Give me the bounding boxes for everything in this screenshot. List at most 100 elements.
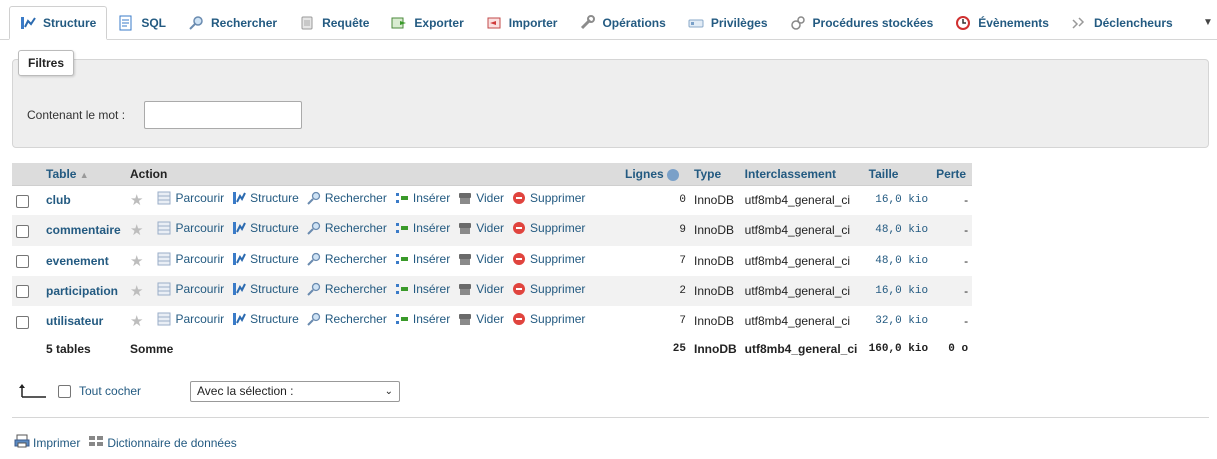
star-icon[interactable]: ★ — [130, 192, 143, 209]
header-perte[interactable]: Perte — [932, 163, 973, 186]
structure-action-link[interactable]: Structure — [232, 252, 299, 266]
row-checkbox[interactable] — [16, 285, 29, 299]
browse-action-link[interactable]: Parcourir — [157, 221, 224, 235]
empty-action-link[interactable]: Vider — [458, 252, 504, 266]
row-overhead: - — [932, 185, 973, 216]
browse-action-link[interactable]: Parcourir — [157, 282, 224, 296]
structure-icon — [232, 312, 247, 326]
structure-icon — [232, 191, 247, 205]
insert-action-link[interactable]: Insérer — [395, 312, 450, 326]
star-icon[interactable]: ★ — [130, 222, 143, 239]
drop-action-link[interactable]: Supprimer — [512, 282, 585, 296]
browse-action-link[interactable]: Parcourir — [157, 312, 224, 326]
search-icon — [307, 282, 321, 296]
structure-icon — [232, 252, 247, 266]
tab-triggers[interactable]: Déclencheurs — [1060, 6, 1184, 39]
header-taille[interactable]: Taille — [864, 163, 933, 186]
tab-import[interactable]: Importer — [475, 6, 569, 39]
drop-action-link[interactable]: Supprimer — [512, 312, 585, 326]
help-icon[interactable] — [667, 168, 680, 181]
drop-action-link[interactable]: Supprimer — [512, 252, 585, 266]
insert-action-link[interactable]: Insérer — [395, 221, 450, 235]
table-name-link[interactable]: commentaire — [42, 215, 126, 246]
tab-sql[interactable]: SQL — [107, 6, 177, 39]
bulk-actions: Tout cocher — [18, 381, 141, 401]
row-collation: utf8mb4_general_ci — [740, 245, 865, 276]
row-checkbox[interactable] — [16, 194, 29, 208]
row-collation: utf8mb4_general_ci — [740, 306, 865, 337]
table-row: evenement ★ Parcourir Structure Rechercher In… — [12, 245, 973, 276]
check-all-label[interactable]: Tout cocher — [79, 384, 141, 398]
search-action-link[interactable]: Rechercher — [307, 221, 387, 235]
structure-action-link[interactable]: Structure — [232, 282, 299, 296]
structure-action-link[interactable]: Structure — [232, 312, 299, 326]
row-collation: utf8mb4_general_ci — [740, 215, 865, 246]
search-icon — [307, 312, 321, 327]
browse-action-link[interactable]: Parcourir — [157, 191, 224, 205]
row-type: InnoDB — [690, 185, 741, 216]
header-action: Action — [126, 163, 621, 186]
tab-query[interactable]: Requête — [288, 6, 380, 39]
check-all-checkbox[interactable] — [58, 384, 71, 398]
insert-icon — [395, 221, 409, 235]
row-count: 9 — [621, 215, 690, 246]
row-size-link[interactable]: 48,0 kio — [864, 245, 933, 276]
chevron-down-icon: ⌄ — [384, 386, 393, 397]
print-link[interactable]: Imprimer — [14, 434, 80, 451]
tab-search[interactable]: Rechercher — [177, 6, 288, 39]
tab-routines[interactable]: Procédures stockées — [779, 6, 945, 39]
table-name-link[interactable]: participation — [42, 275, 126, 307]
drop-action-link[interactable]: Supprimer — [512, 191, 585, 205]
printer-icon — [14, 434, 30, 451]
empty-action-link[interactable]: Vider — [458, 221, 504, 235]
search-action-link[interactable]: Rechercher — [307, 312, 387, 326]
tab-structure[interactable]: Structure — [9, 6, 108, 40]
routines-icon — [790, 15, 806, 31]
drop-icon — [512, 191, 526, 205]
table-header-row: Table ▲ Action Lignes Type Interclasseme… — [12, 163, 973, 186]
star-icon[interactable]: ★ — [130, 313, 143, 330]
insert-action-link[interactable]: Insérer — [395, 252, 450, 266]
search-icon — [188, 15, 204, 31]
row-checkbox[interactable] — [16, 254, 29, 268]
header-type[interactable]: Type — [690, 163, 741, 186]
summary-count: 5 tables — [42, 336, 126, 363]
table-name-link[interactable]: utilisateur — [42, 306, 126, 337]
insert-action-link[interactable]: Insérer — [395, 282, 450, 296]
with-selected-select[interactable]: Avec la sélection : ⌄ — [190, 381, 400, 402]
tab-operations[interactable]: Opérations — [568, 6, 676, 39]
star-icon[interactable]: ★ — [130, 283, 143, 300]
header-lignes[interactable]: Lignes — [621, 163, 690, 186]
structure-action-link[interactable]: Structure — [232, 221, 299, 235]
tab-events[interactable]: Évènements — [944, 6, 1060, 39]
table-name-link[interactable]: club — [42, 185, 126, 216]
data-dictionary-link[interactable]: Dictionnaire de données — [88, 434, 237, 451]
insert-action-link[interactable]: Insérer — [395, 191, 450, 205]
browse-action-link[interactable]: Parcourir — [157, 252, 224, 266]
search-action-link[interactable]: Rechercher — [307, 191, 387, 205]
tab-export[interactable]: Exporter — [380, 6, 474, 39]
search-action-link[interactable]: Rechercher — [307, 252, 387, 266]
search-action-link[interactable]: Rechercher — [307, 282, 387, 296]
tab-privileges[interactable]: Privilèges — [677, 6, 779, 39]
row-size-link[interactable]: 32,0 kio — [864, 306, 933, 337]
empty-action-link[interactable]: Vider — [458, 312, 504, 326]
row-size-link[interactable]: 48,0 kio — [864, 215, 933, 246]
header-interclassement[interactable]: Interclassement — [740, 163, 865, 186]
header-table[interactable]: Table ▲ — [42, 163, 126, 186]
row-size-link[interactable]: 16,0 kio — [864, 275, 933, 307]
empty-action-link[interactable]: Vider — [458, 282, 504, 296]
more-tabs-chevron-icon[interactable]: ▼ — [1199, 6, 1217, 39]
insert-icon — [395, 282, 409, 296]
filter-input[interactable] — [144, 101, 302, 129]
structure-icon — [20, 15, 36, 31]
drop-action-link[interactable]: Supprimer — [512, 221, 585, 235]
row-checkbox[interactable] — [16, 224, 29, 238]
tables-grid: Table ▲ Action Lignes Type Interclasseme… — [12, 163, 973, 363]
star-icon[interactable]: ★ — [130, 253, 143, 270]
empty-action-link[interactable]: Vider — [458, 191, 504, 205]
table-name-link[interactable]: evenement — [42, 245, 126, 276]
row-size-link[interactable]: 16,0 kio — [864, 185, 933, 216]
structure-action-link[interactable]: Structure — [232, 191, 299, 205]
row-checkbox[interactable] — [16, 315, 29, 329]
